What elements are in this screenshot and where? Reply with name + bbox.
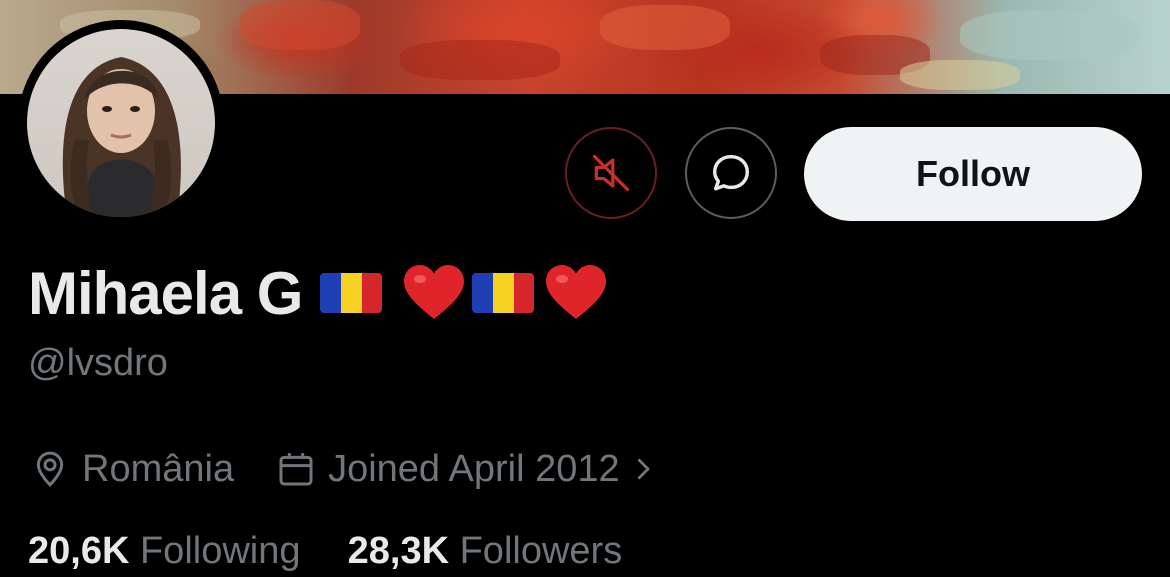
red-heart-emoji [404,265,465,319]
location-text: România [82,447,235,490]
romania-flag-emoji [320,273,383,313]
display-name: Mihaela G [28,259,303,327]
avatar[interactable] [18,20,224,226]
followers-label: Followers [459,530,623,572]
chevron-right-icon[interactable] [628,449,658,489]
display-name-row: Mihaela G [28,258,608,328]
unmute-button[interactable] [565,127,657,219]
calendar-icon [279,453,313,486]
red-heart-emoji [546,265,607,319]
profile-meta: România Joined April 2012 [30,444,658,494]
following-stat[interactable]: 20,6K Following [28,530,301,572]
romania-flag-emoji [472,273,535,313]
avatar-photo [27,29,215,217]
follow-button[interactable]: Follow [804,127,1142,221]
following-count: 20,6K [28,530,130,572]
followers-count: 28,3K [347,530,450,572]
user-handle: @lvsdro [28,342,168,384]
joined-date[interactable]: Joined April 2012 [328,448,620,491]
muted-speaker-icon [592,154,630,192]
message-bubble-icon [712,154,750,191]
follow-stats: 20,6K Following 28,3K Followers [28,530,622,573]
message-button[interactable] [685,127,777,219]
location-pin-icon [36,451,64,487]
following-label: Following [139,530,301,572]
followers-stat[interactable]: 28,3K Followers [348,530,623,572]
